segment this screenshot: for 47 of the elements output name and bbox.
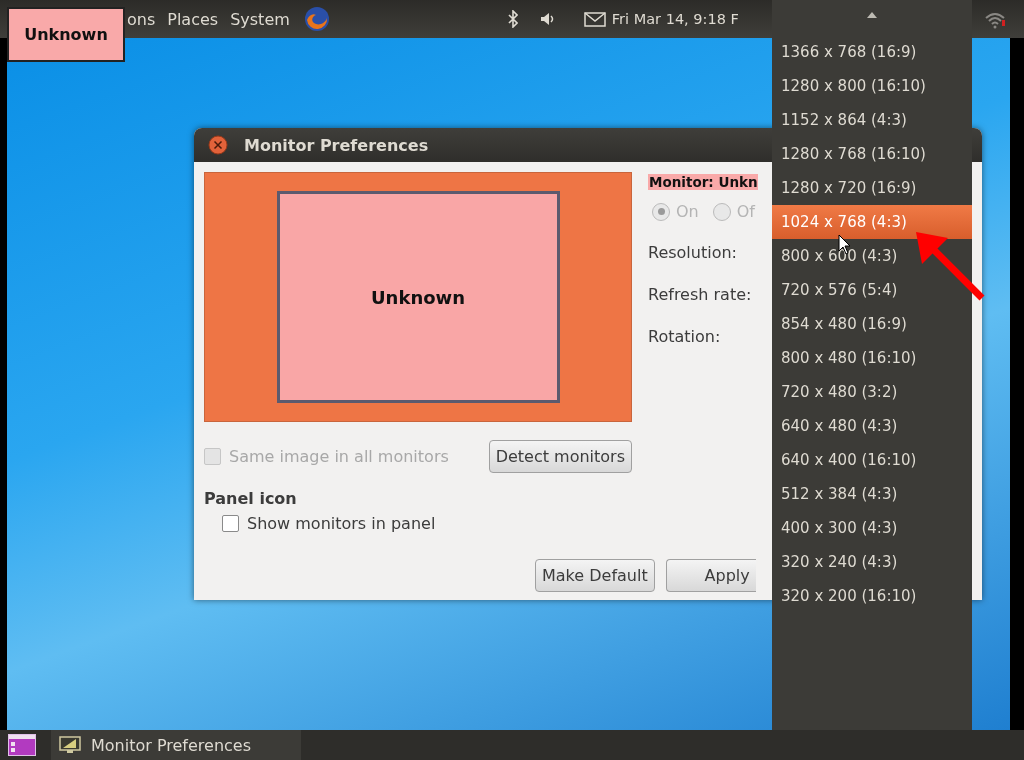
monitor-rectangle[interactable]: Unknown [276, 191, 560, 403]
menu-item[interactable]: 1152 x 864 (4:3) [772, 103, 972, 137]
bluetooth-icon[interactable] [507, 10, 518, 28]
menu-item[interactable]: 1280 x 720 (16:9) [772, 171, 972, 205]
monitor-label: Unknown [7, 7, 125, 62]
clock[interactable]: Fri Mar 14, 9:18 F [611, 11, 739, 27]
radio-label: Of [736, 202, 755, 221]
checkbox[interactable] [222, 515, 239, 532]
detect-monitors-button[interactable]: Detect monitors [488, 440, 632, 473]
monitor-heading: Monitor: Unkn [648, 174, 758, 190]
monitor-icon [59, 736, 81, 754]
window-title: Monitor Preferences [244, 135, 429, 155]
menu-item[interactable]: 1280 x 768 (16:10) [772, 137, 972, 171]
apply-button[interactable]: Apply [665, 559, 756, 592]
menu-item[interactable]: 320 x 240 (4:3) [772, 545, 972, 579]
close-icon[interactable] [208, 135, 228, 155]
menu-item[interactable]: 640 x 480 (4:3) [772, 409, 972, 443]
envelope-icon[interactable] [583, 11, 606, 27]
menu-item[interactable]: 854 x 480 (16:9) [772, 307, 972, 341]
checkbox-label: Show monitors in panel [247, 514, 436, 533]
menu-item[interactable]: 800 x 480 (16:10) [772, 341, 972, 375]
taskbar-button[interactable]: Monitor Preferences [51, 730, 301, 760]
volume-icon[interactable] [539, 12, 556, 26]
section-heading: Panel icon [204, 489, 298, 508]
panel-menu[interactable]: ons [127, 9, 156, 29]
menu-item[interactable]: 720 x 480 (3:2) [772, 375, 972, 409]
menu-item[interactable]: 640 x 400 (16:10) [772, 443, 972, 477]
checkbox-label: Same image in all monitors [229, 447, 449, 466]
field-label: Rotation: [648, 327, 722, 346]
field-label: Refresh rate: [648, 285, 753, 304]
make-default-button[interactable]: Make Default [535, 559, 655, 592]
menu-item[interactable]: 800 x 600 (4:3) [772, 239, 972, 273]
radio-label: On [676, 202, 699, 221]
field-label: Resolution: [648, 243, 738, 262]
panel-menu[interactable]: Places [167, 9, 219, 29]
scroll-up-icon[interactable] [866, 11, 878, 19]
wifi-icon[interactable] [984, 11, 1006, 29]
show-desktop-icon[interactable] [8, 734, 36, 756]
menu-item[interactable]: 400 x 300 (4:3) [772, 511, 972, 545]
monitor-name: Unknown [371, 286, 465, 308]
menu-item[interactable]: 512 x 384 (4:3) [772, 477, 972, 511]
panel-menu[interactable]: System [230, 9, 290, 29]
menu-item[interactable]: 1366 x 768 (16:9) [772, 35, 972, 69]
menu-item[interactable]: 320 x 200 (16:10) [772, 579, 972, 613]
browser-icon[interactable] [303, 6, 330, 32]
menu-item[interactable]: 720 x 576 (5:4) [772, 273, 972, 307]
menu-item[interactable]: 1280 x 800 (16:10) [772, 69, 972, 103]
